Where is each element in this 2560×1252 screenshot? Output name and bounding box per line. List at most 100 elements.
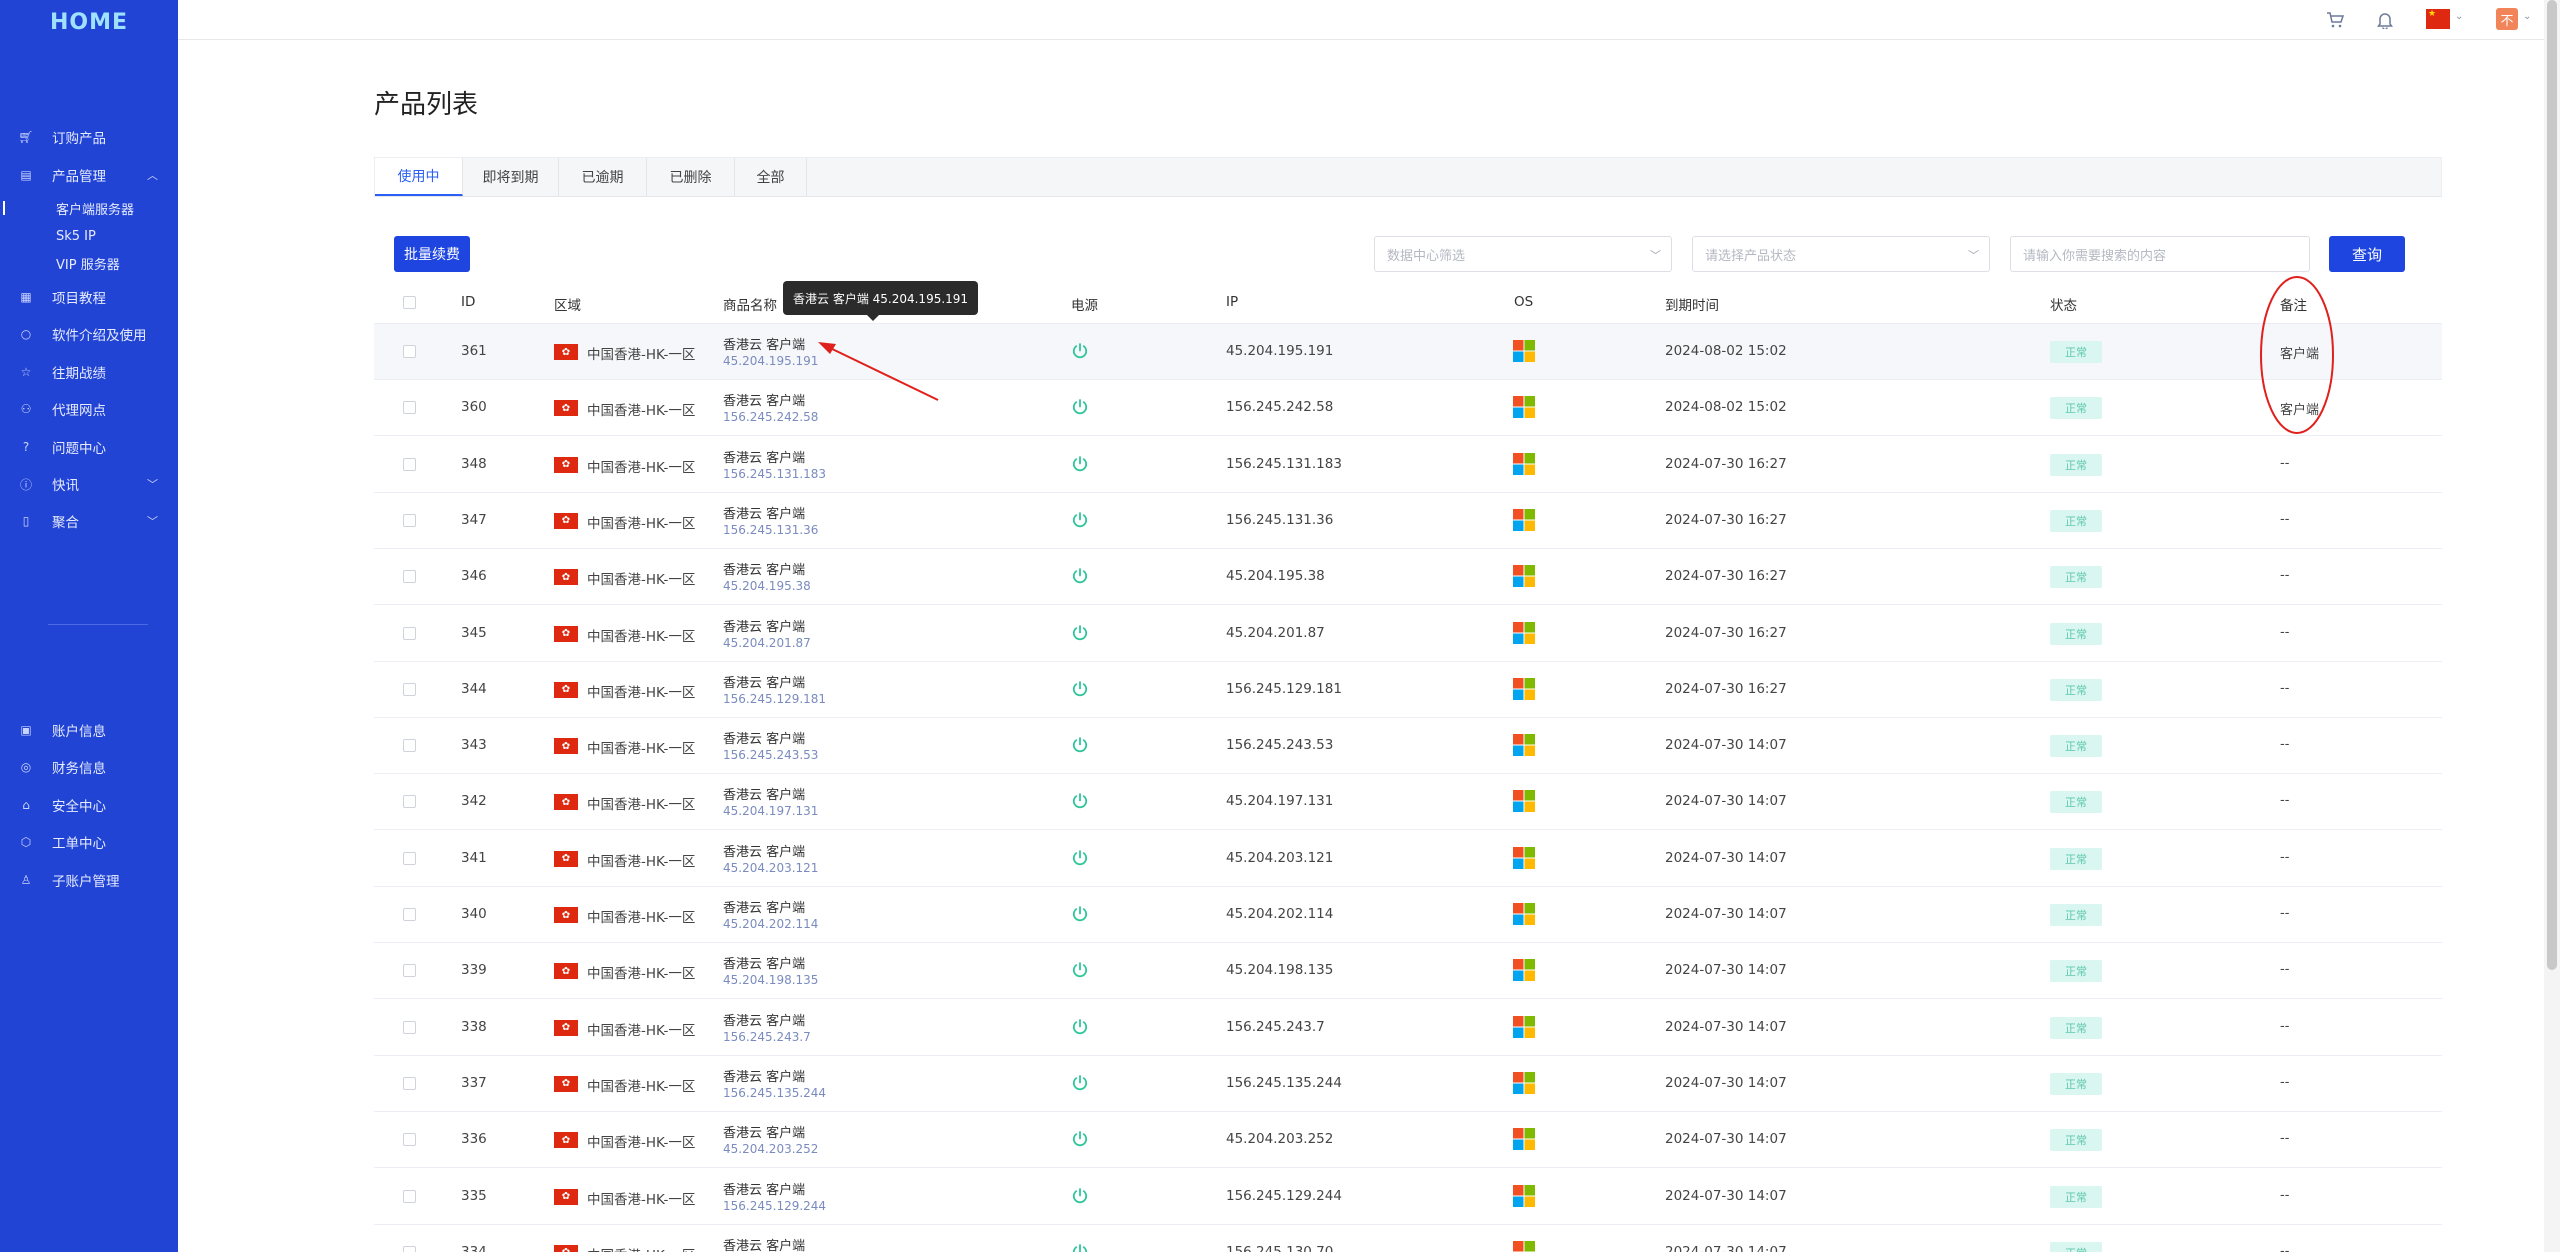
row-checkbox[interactable] bbox=[403, 401, 416, 415]
table-row[interactable]: 344 ✿ 中国香港-HK-一区 香港云 客户端 156.245.129.181 156.… bbox=[374, 662, 2442, 718]
query-button[interactable]: 查询 bbox=[2329, 236, 2405, 272]
sidebar-item-account[interactable]: ▣ 账户信息 bbox=[0, 717, 178, 743]
sidebar-item-product-management[interactable]: ▤ 产品管理 ︿ bbox=[0, 162, 178, 188]
sidebar-item-tutorials[interactable]: ▦ 项目教程 bbox=[0, 284, 178, 310]
table-row[interactable]: 346 ✿ 中国香港-HK-一区 香港云 客户端 45.204.195.38 45.204… bbox=[374, 549, 2442, 606]
avatar[interactable]: 不 bbox=[2496, 8, 2518, 30]
table-row[interactable]: 343 ✿ 中国香港-HK-一区 香港云 客户端 156.245.243.53 156.2… bbox=[374, 718, 2442, 775]
row-checkbox[interactable] bbox=[403, 1020, 416, 1034]
row-product-name[interactable]: 香港云 客户端 bbox=[723, 672, 805, 691]
select-all-checkbox[interactable] bbox=[403, 296, 416, 309]
table-row[interactable]: 338 ✿ 中国香港-HK-一区 香港云 客户端 156.245.243.7 156.24… bbox=[374, 1000, 2442, 1056]
power-icon[interactable] bbox=[1071, 792, 1089, 810]
row-product-ip[interactable]: 156.245.242.58 bbox=[723, 410, 818, 424]
tab-deleted[interactable]: 已删除 bbox=[647, 158, 735, 196]
search-input[interactable]: 请输入你需要搜索的内容 bbox=[2010, 236, 2310, 272]
row-product-ip[interactable]: 45.204.195.38 bbox=[723, 579, 811, 593]
power-icon[interactable] bbox=[1071, 455, 1089, 473]
chevron-down-icon[interactable]: ⌄ bbox=[2455, 11, 2463, 22]
sidebar-subitem-vip-server[interactable]: VIP 服务器 bbox=[0, 253, 178, 273]
row-checkbox[interactable] bbox=[403, 626, 416, 640]
row-product-ip[interactable]: 156.245.135.244 bbox=[723, 1086, 826, 1100]
table-row[interactable]: 342 ✿ 中国香港-HK-一区 香港云 客户端 45.204.197.131 45.20… bbox=[374, 774, 2442, 831]
power-icon[interactable] bbox=[1071, 624, 1089, 642]
sidebar-subitem-client-server[interactable]: 客户端服务器 bbox=[0, 198, 178, 218]
power-icon[interactable] bbox=[1071, 567, 1089, 585]
row-product-name[interactable]: 香港云 客户端 bbox=[723, 841, 805, 860]
row-checkbox[interactable] bbox=[403, 513, 416, 527]
power-icon[interactable] bbox=[1071, 1243, 1089, 1252]
row-product-ip[interactable]: 156.245.131.36 bbox=[723, 523, 818, 537]
power-icon[interactable] bbox=[1071, 961, 1089, 979]
row-product-ip[interactable]: 45.204.195.191 bbox=[723, 354, 818, 368]
row-product-ip[interactable]: 156.245.243.7 bbox=[723, 1030, 811, 1044]
row-product-name[interactable]: 香港云 客户端 bbox=[723, 390, 805, 409]
row-product-name[interactable]: 香港云 客户端 bbox=[723, 616, 805, 635]
sidebar-item-news[interactable]: ⓘ 快讯 ﹀ bbox=[0, 471, 178, 497]
row-product-ip[interactable]: 156.245.129.244 bbox=[723, 1199, 826, 1213]
row-product-name[interactable]: 香港云 客户端 bbox=[723, 1235, 805, 1252]
tab-expired[interactable]: 已逾期 bbox=[559, 158, 647, 196]
power-icon[interactable] bbox=[1071, 342, 1089, 360]
table-row[interactable]: 336 ✿ 中国香港-HK-一区 香港云 客户端 45.204.203.252 45.20… bbox=[374, 1112, 2442, 1169]
row-product-ip[interactable]: 45.204.202.114 bbox=[723, 917, 818, 931]
sidebar-item-proxy[interactable]: ⚇ 代理网点 bbox=[0, 396, 178, 422]
row-product-ip[interactable]: 45.204.197.131 bbox=[723, 804, 818, 818]
row-checkbox[interactable] bbox=[403, 1133, 416, 1147]
row-product-name[interactable]: 香港云 客户端 bbox=[723, 1179, 805, 1198]
row-product-name[interactable]: 香港云 客户端 bbox=[723, 447, 805, 466]
bell-icon[interactable] bbox=[2374, 9, 2396, 31]
row-product-ip[interactable]: 45.204.198.135 bbox=[723, 973, 818, 987]
row-product-ip[interactable]: 45.204.201.87 bbox=[723, 636, 811, 650]
row-product-name[interactable]: 香港云 客户端 bbox=[723, 728, 805, 747]
row-checkbox[interactable] bbox=[403, 1189, 416, 1203]
row-product-ip[interactable]: 156.245.131.183 bbox=[723, 467, 826, 481]
row-checkbox[interactable] bbox=[403, 795, 416, 809]
page-scrollbar[interactable] bbox=[2544, 0, 2560, 1252]
row-product-name[interactable]: 香港云 客户端 bbox=[723, 953, 805, 972]
sidebar-item-aggregate[interactable]: ▯ 聚合 ﹀ bbox=[0, 508, 178, 534]
row-checkbox[interactable] bbox=[403, 739, 416, 753]
sidebar-item-security[interactable]: ⌂ 安全中心 bbox=[0, 792, 178, 818]
china-flag-icon[interactable] bbox=[2426, 9, 2450, 29]
power-icon[interactable] bbox=[1071, 849, 1089, 867]
sidebar-item-history[interactable]: ☆ 往期战绩 bbox=[0, 359, 178, 385]
tab-in-use[interactable]: 使用中 bbox=[375, 158, 463, 196]
sidebar-item-subaccounts[interactable]: ♙ 子账户管理 bbox=[0, 867, 178, 893]
table-row[interactable]: 340 ✿ 中国香港-HK-一区 香港云 客户端 45.204.202.114 45.20… bbox=[374, 887, 2442, 943]
table-row[interactable]: 345 ✿ 中国香港-HK-一区 香港云 客户端 45.204.201.87 45.204… bbox=[374, 606, 2442, 662]
power-icon[interactable] bbox=[1071, 680, 1089, 698]
status-filter-select[interactable]: 请选择产品状态 ﹀ bbox=[1692, 236, 1990, 272]
power-icon[interactable] bbox=[1071, 1074, 1089, 1092]
row-checkbox[interactable] bbox=[403, 345, 416, 358]
row-product-ip[interactable]: 45.204.203.252 bbox=[723, 1142, 818, 1156]
row-checkbox[interactable] bbox=[403, 682, 416, 696]
sidebar-item-tickets[interactable]: ⬡ 工单中心 bbox=[0, 829, 178, 855]
power-icon[interactable] bbox=[1071, 511, 1089, 529]
cart-icon[interactable] bbox=[2324, 9, 2346, 31]
table-row[interactable]: 361 ✿ 中国香港-HK-一区 香港云 客户端 45.204.195.191 45.20… bbox=[374, 324, 2442, 380]
power-icon[interactable] bbox=[1071, 1187, 1089, 1205]
row-product-ip[interactable]: 156.245.243.53 bbox=[723, 748, 818, 762]
row-checkbox[interactable] bbox=[403, 570, 416, 584]
row-product-name[interactable]: 香港云 客户端 bbox=[723, 334, 805, 353]
row-product-name[interactable]: 香港云 客户端 bbox=[723, 559, 805, 578]
row-checkbox[interactable] bbox=[403, 457, 416, 471]
table-row[interactable]: 334✿中国香港-HK-一区香港云 客户端156.245.130.70156.2… bbox=[374, 1225, 2442, 1252]
tab-all[interactable]: 全部 bbox=[735, 158, 807, 196]
batch-renew-button[interactable]: 批量续费 bbox=[394, 236, 470, 272]
sidebar-item-faq[interactable]: ? 问题中心 bbox=[0, 434, 178, 460]
table-row[interactable]: 335 ✿ 中国香港-HK-一区 香港云 客户端 156.245.129.244 156.… bbox=[374, 1169, 2442, 1225]
row-checkbox[interactable] bbox=[403, 851, 416, 865]
sidebar-subitem-sk5-ip[interactable]: Sk5 IP bbox=[0, 226, 178, 246]
row-checkbox[interactable] bbox=[403, 1076, 416, 1090]
row-checkbox[interactable] bbox=[403, 964, 416, 978]
row-checkbox[interactable] bbox=[403, 908, 416, 921]
tab-expiring[interactable]: 即将到期 bbox=[463, 158, 559, 196]
table-row[interactable]: 348 ✿ 中国香港-HK-一区 香港云 客户端 156.245.131.183 156.… bbox=[374, 437, 2442, 493]
power-icon[interactable] bbox=[1071, 736, 1089, 754]
chevron-down-icon[interactable]: ⌄ bbox=[2523, 11, 2531, 22]
power-icon[interactable] bbox=[1071, 1130, 1089, 1148]
sidebar-item-finance[interactable]: ◎ 财务信息 bbox=[0, 754, 178, 780]
power-icon[interactable] bbox=[1071, 1018, 1089, 1036]
